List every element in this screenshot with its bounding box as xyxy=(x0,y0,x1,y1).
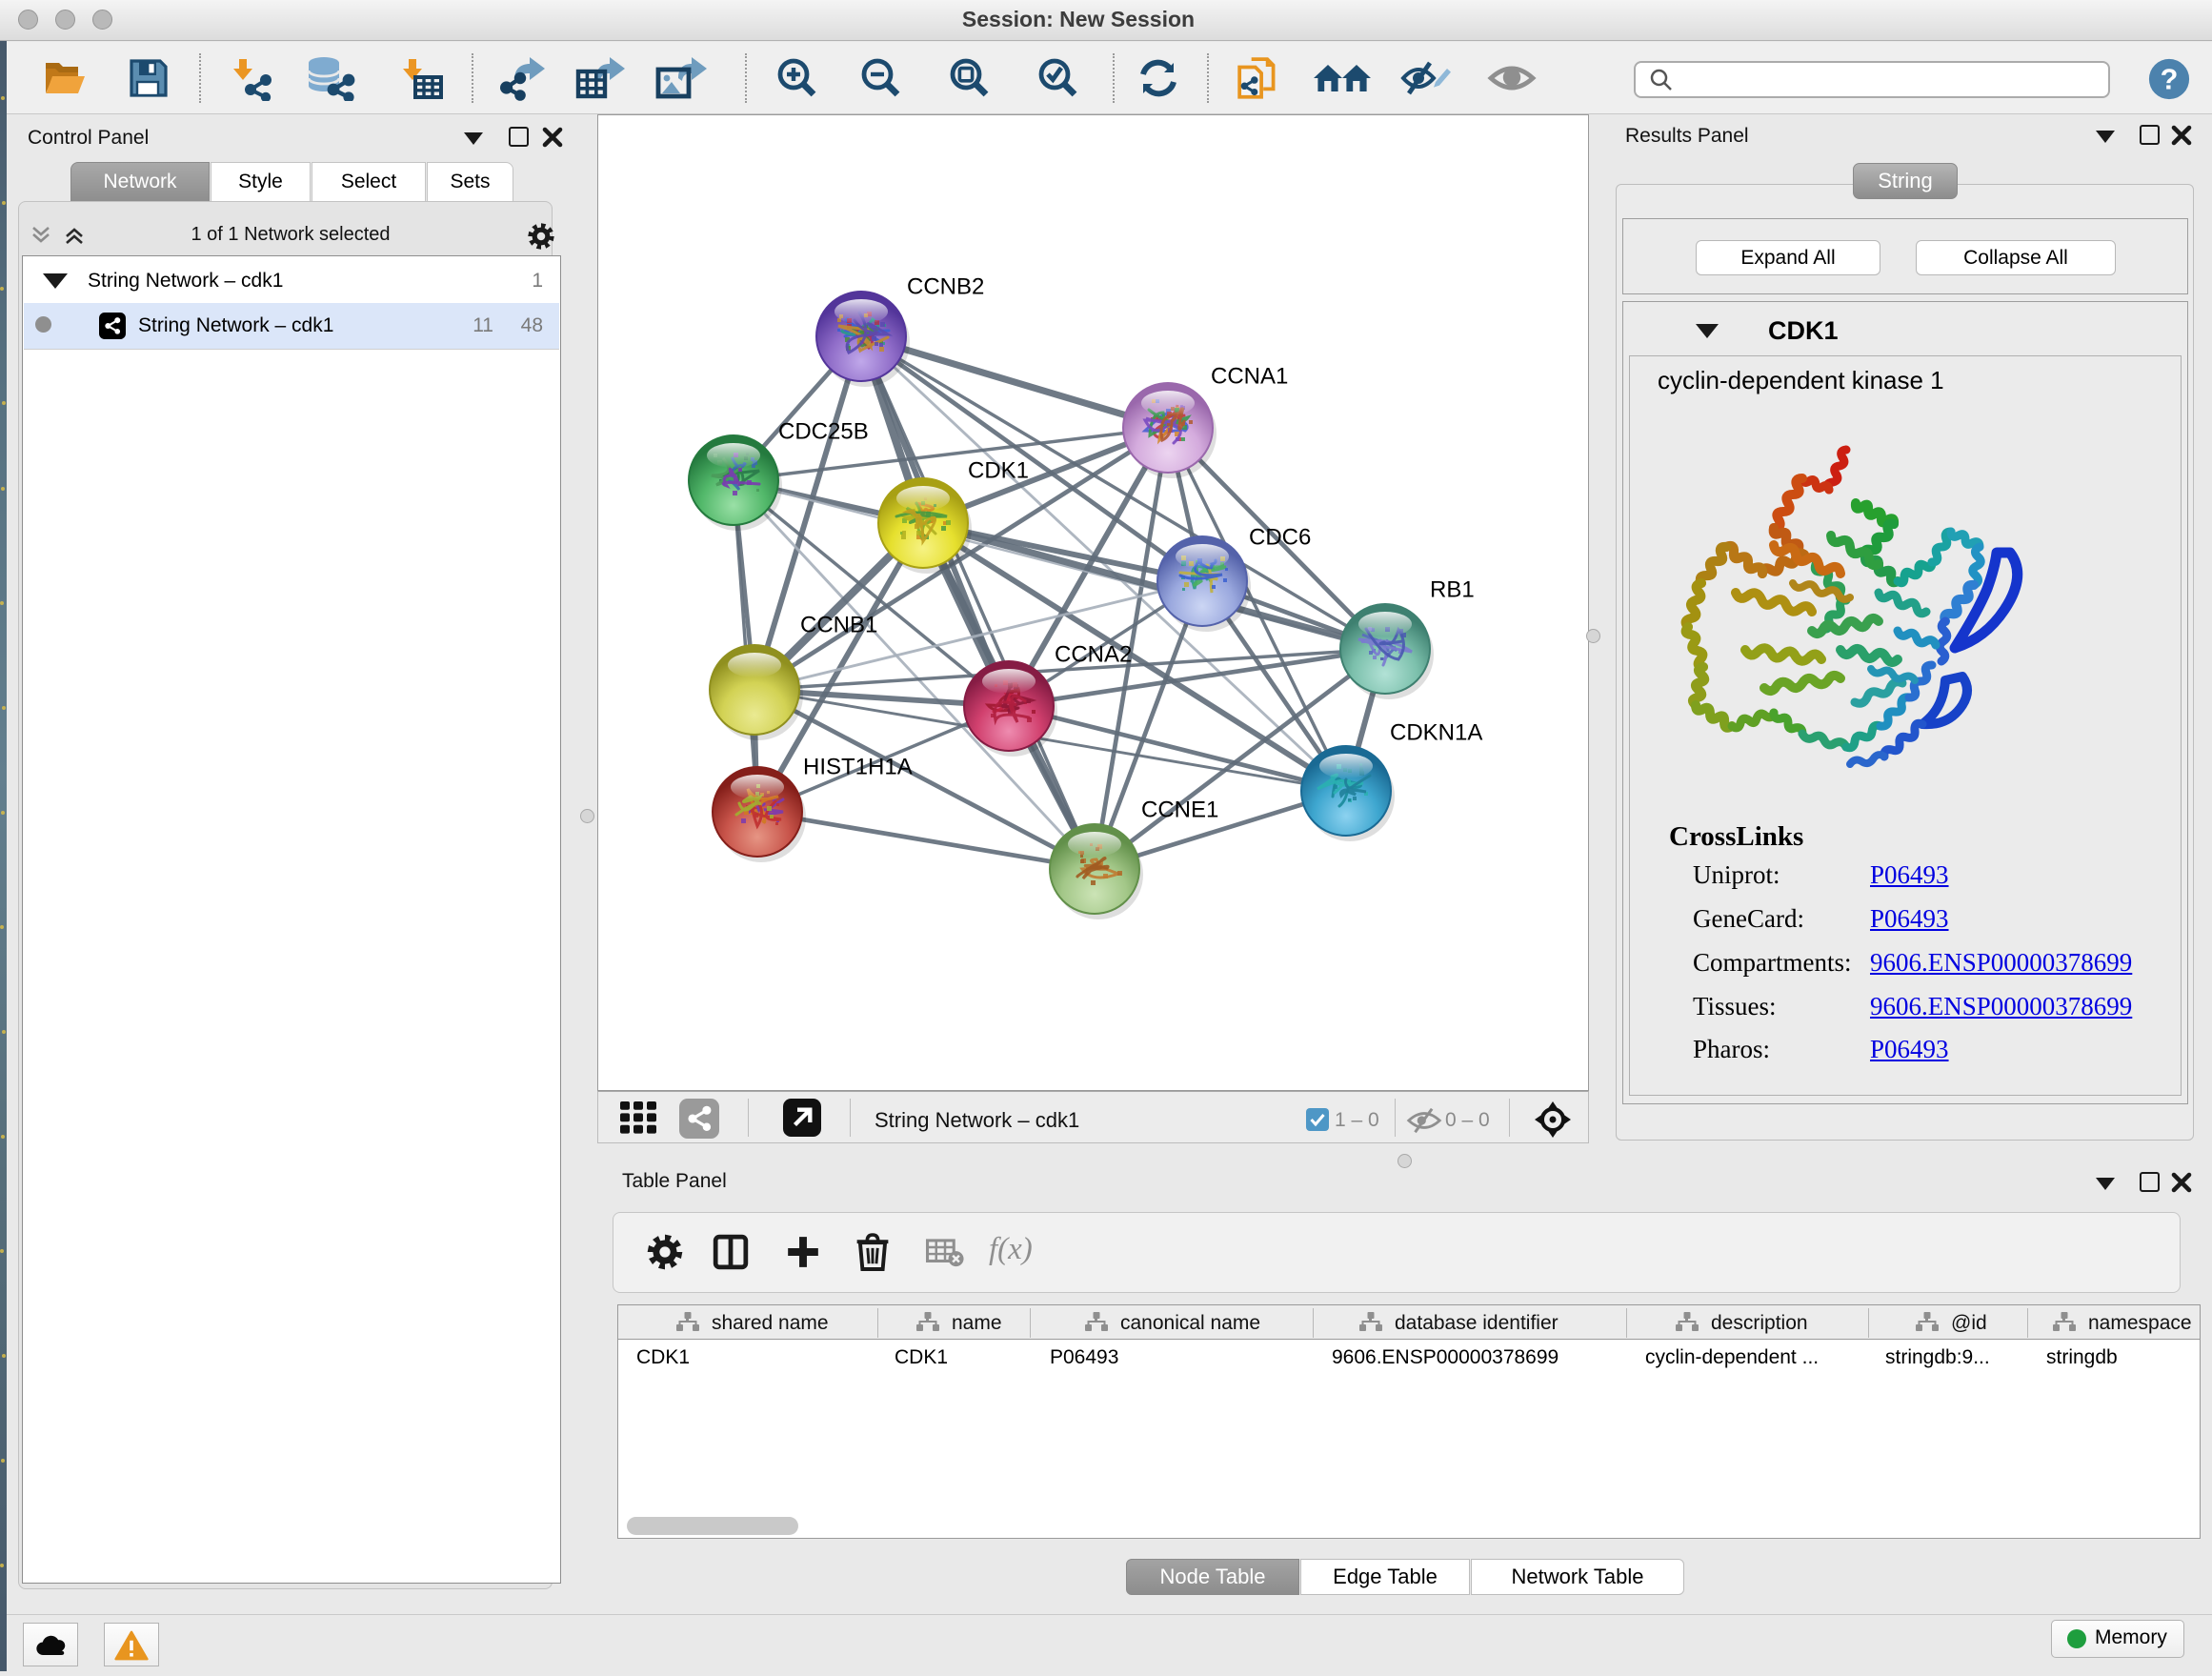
svg-text:CCNB1: CCNB1 xyxy=(800,612,877,637)
svg-text:CDK1: CDK1 xyxy=(968,457,1029,483)
svg-text:CCNE1: CCNE1 xyxy=(1141,797,1218,822)
svg-text:HIST1H1A: HIST1H1A xyxy=(803,754,913,779)
svg-text:CCNA2: CCNA2 xyxy=(1055,641,1132,667)
svg-text:CCNB2: CCNB2 xyxy=(907,273,984,299)
svg-text:CDC25B: CDC25B xyxy=(778,418,869,444)
svg-text:RB1: RB1 xyxy=(1430,576,1475,602)
svg-text:CDC6: CDC6 xyxy=(1249,524,1311,550)
svg-text:?: ? xyxy=(2161,64,2179,96)
svg-text:CCNA1: CCNA1 xyxy=(1211,363,1288,389)
svg-text:CDKN1A: CDKN1A xyxy=(1390,719,1482,745)
